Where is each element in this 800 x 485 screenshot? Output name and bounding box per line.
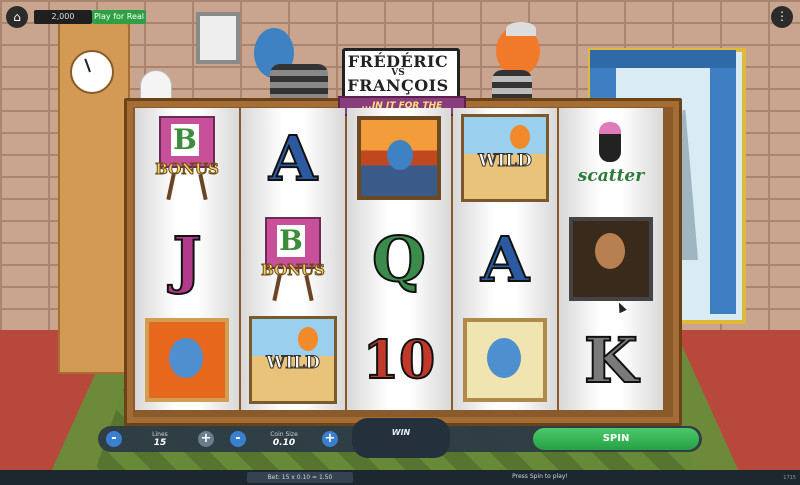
title-francois: FRANÇOIS xyxy=(347,76,449,95)
home-button[interactable]: ⌂ xyxy=(6,6,28,28)
wild-figure-icon xyxy=(298,327,318,351)
footer-bar xyxy=(0,470,800,485)
lines-value: 15 xyxy=(153,438,167,448)
bonus-symbol: B BONUS xyxy=(147,116,227,201)
reel-1: B BONUS J xyxy=(135,108,239,410)
reels-grid: B BONUS J A B BONUS WILD Q 10 WILD A sca… xyxy=(135,108,665,410)
francois-character-hair xyxy=(506,22,536,36)
wild-label: WILD xyxy=(478,151,533,172)
wild-symbol: WILD xyxy=(461,114,549,202)
win-label: WIN xyxy=(391,428,411,437)
letter-j-symbol: J xyxy=(171,222,202,297)
blue-face-icon xyxy=(487,338,521,378)
blue-face-painting-symbol xyxy=(463,318,547,402)
reel-symbol: scatter xyxy=(559,108,663,208)
portrait-painting-symbol xyxy=(145,318,229,402)
coin-size-decrease-button[interactable]: - xyxy=(230,431,246,447)
menu-button[interactable]: ⋮ xyxy=(771,6,793,28)
reel-3: Q 10 xyxy=(347,108,451,410)
letter-q-symbol: Q xyxy=(371,222,427,297)
letter-a-symbol: A xyxy=(480,222,530,297)
wall-picture-frame xyxy=(196,12,240,64)
lines-label: Lines xyxy=(152,431,168,438)
scream-painting-symbol xyxy=(357,116,441,200)
wild-label: WILD xyxy=(266,353,321,374)
scream-face-icon xyxy=(387,140,413,170)
reel-symbol: WILD xyxy=(241,310,345,410)
scatter-figure-icon xyxy=(599,122,621,162)
reel-2: A B BONUS WILD xyxy=(241,108,345,410)
balance-display: 2,000 xyxy=(34,10,92,24)
coin-size-value: 0.10 xyxy=(272,438,296,448)
reel-symbol xyxy=(559,209,663,309)
lines-increase-button[interactable]: + xyxy=(198,431,214,447)
reel-symbol: WILD xyxy=(453,108,557,208)
bonus-label: BONUS xyxy=(155,160,220,179)
bet-info: Bet: 15 x 0.10 = 1.50 xyxy=(247,472,353,483)
win-display xyxy=(352,418,450,458)
reel-symbol: A xyxy=(453,209,557,309)
reel-symbol: J xyxy=(135,209,239,309)
reel-symbol: A xyxy=(241,108,345,208)
reel-symbol: Q xyxy=(347,209,451,309)
bonus-label: BONUS xyxy=(261,261,326,280)
mona-lisa-painting-symbol xyxy=(569,217,653,301)
scatter-symbol: scatter xyxy=(563,116,659,200)
bonus-symbol: B BONUS xyxy=(253,217,333,302)
curtain-valance xyxy=(590,50,736,68)
reel-symbol: 10 xyxy=(347,310,451,410)
bonus-badge: B xyxy=(171,124,199,156)
frederic-character-body xyxy=(270,64,328,100)
reel-symbol: B BONUS xyxy=(135,108,239,208)
letter-k-symbol: K xyxy=(583,323,639,398)
number-10-symbol: 10 xyxy=(362,329,436,392)
curtain-right xyxy=(710,50,736,314)
reel-symbol: K xyxy=(559,310,663,410)
play-for-real-button[interactable]: Play for Real xyxy=(92,10,146,24)
coin-size-increase-button[interactable]: + xyxy=(322,431,338,447)
spin-button[interactable]: SPIN xyxy=(533,428,699,450)
letter-a-symbol: A xyxy=(268,121,318,196)
status-message: Press Spin to play! xyxy=(512,473,568,480)
reel-5: scatter K xyxy=(559,108,663,410)
portrait-face-icon xyxy=(169,338,203,378)
reel-symbol xyxy=(453,310,557,410)
bonus-badge: B xyxy=(277,225,305,257)
reel-symbol: B BONUS xyxy=(241,209,345,309)
build-number: 1715 xyxy=(783,475,796,481)
mona-face-icon xyxy=(595,233,625,269)
reel-4: WILD A xyxy=(453,108,557,410)
coin-size-label: Coin Size xyxy=(270,431,298,438)
home-icon: ⌂ xyxy=(13,10,21,24)
clock-face xyxy=(70,50,114,94)
wild-symbol: WILD xyxy=(249,316,337,404)
wild-figure-icon xyxy=(510,125,530,149)
reel-symbol xyxy=(135,310,239,410)
scatter-label: scatter xyxy=(577,166,645,186)
lines-decrease-button[interactable]: - xyxy=(106,431,122,447)
reel-symbol xyxy=(347,108,451,208)
more-vertical-icon: ⋮ xyxy=(776,9,788,23)
francois-character-body xyxy=(492,70,532,100)
